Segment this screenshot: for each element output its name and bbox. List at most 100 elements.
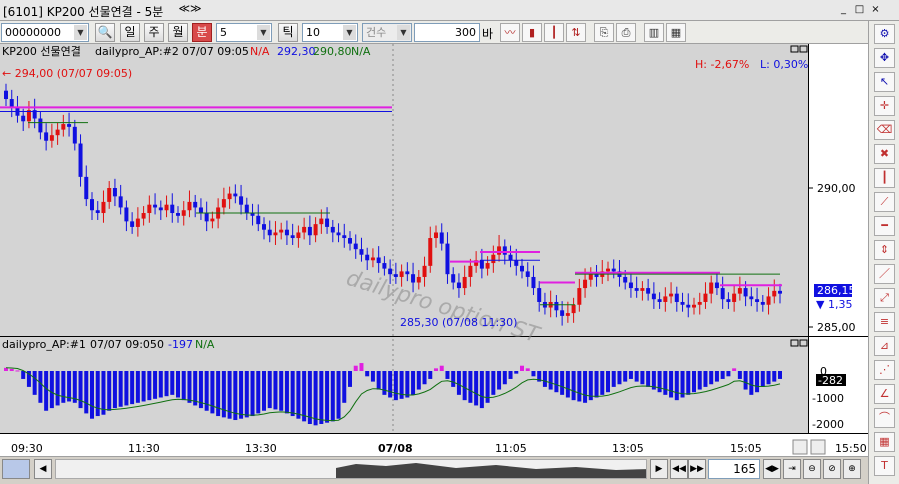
interval-value: 5 bbox=[220, 26, 227, 39]
fit-button[interactable]: ⇥ bbox=[783, 459, 801, 479]
gann-icon[interactable]: ⊿ bbox=[874, 336, 895, 356]
bar-chart-icon[interactable]: ┃ bbox=[544, 23, 564, 42]
scroll-left-button[interactable]: ◀ bbox=[34, 459, 52, 479]
time-label-0: 09:30 bbox=[11, 442, 43, 455]
period-week-button[interactable]: 주 bbox=[144, 23, 164, 42]
candle-body bbox=[422, 265, 427, 277]
bar-count-input[interactable]: 165 bbox=[708, 459, 760, 479]
ap1-bar bbox=[600, 371, 605, 395]
max-annotation: ← 294,00 (07/07 09:05) bbox=[2, 67, 132, 80]
tick-button[interactable]: 틱 bbox=[278, 23, 298, 42]
chart-area[interactable]: dailypro option ST KP200 선물연결 dailypro_A… bbox=[0, 44, 868, 456]
window-nav-arrows[interactable]: ≪≫ bbox=[170, 2, 210, 18]
interval-dropdown-icon[interactable]: ▼ bbox=[257, 25, 270, 40]
ap1-bar bbox=[273, 371, 278, 410]
code-input[interactable]: 00000000 ▼ bbox=[1, 23, 89, 42]
count-input[interactable]: 300 bbox=[414, 23, 480, 42]
candle-body bbox=[634, 288, 639, 291]
ap1-bar bbox=[548, 371, 553, 390]
layout-icon[interactable]: ▥ bbox=[644, 23, 664, 42]
candle-body bbox=[697, 301, 702, 305]
arc-icon[interactable]: ⌒ bbox=[874, 408, 895, 428]
candle-body bbox=[67, 124, 72, 127]
palette-move-icon[interactable]: ✥ bbox=[874, 48, 895, 68]
scroll-right-button[interactable]: ▶ bbox=[650, 459, 668, 479]
candle-body bbox=[583, 279, 588, 289]
ap1-bar bbox=[353, 365, 358, 371]
line-icon[interactable]: ／ bbox=[874, 264, 895, 284]
zoom-in-button[interactable]: ◀▶ bbox=[763, 459, 781, 479]
count-type-dropdown-icon[interactable]: ▼ bbox=[397, 25, 410, 40]
code-value: 00000000 bbox=[5, 26, 61, 39]
horizontal-line-icon[interactable]: ━ bbox=[874, 216, 895, 236]
candle-body bbox=[531, 276, 536, 289]
code-dropdown-icon[interactable]: ▼ bbox=[74, 25, 87, 40]
period-month-button[interactable]: 월 bbox=[168, 23, 188, 42]
palette-config-icon[interactable]: ⚙ bbox=[874, 24, 895, 44]
settings-icon[interactable]: ▦ bbox=[666, 23, 686, 42]
sub-legend-v2: -197 bbox=[168, 338, 193, 351]
search-icon[interactable]: 🔍 bbox=[95, 23, 115, 42]
count-type-select[interactable]: 건수 ▼ bbox=[362, 23, 412, 42]
vertical-line-icon[interactable]: ┃ bbox=[874, 168, 895, 188]
candle-body bbox=[124, 207, 129, 222]
maximize-button[interactable]: □ bbox=[852, 3, 867, 17]
price-tick-290: 290,00 bbox=[817, 182, 856, 195]
up-down-icon[interactable]: ⇅ bbox=[566, 23, 586, 42]
period-minute-button[interactable]: 분 bbox=[192, 23, 212, 42]
interval-select[interactable]: 5 ▼ bbox=[216, 23, 272, 42]
vertical-marker-icon[interactable]: ⇕ bbox=[874, 240, 895, 260]
ap1-bar bbox=[502, 371, 507, 385]
scroll-track[interactable] bbox=[55, 459, 647, 479]
candle-body bbox=[766, 296, 771, 305]
line-chart-icon[interactable]: 〰 bbox=[500, 23, 520, 42]
eraser-icon[interactable]: ⌫ bbox=[874, 120, 895, 140]
ap1-bar bbox=[491, 371, 496, 395]
grid-icon[interactable]: ▦ bbox=[874, 432, 895, 452]
ap1-bar bbox=[250, 371, 255, 417]
channel-icon[interactable]: ≡ bbox=[874, 312, 895, 332]
close-button[interactable]: × bbox=[868, 3, 883, 17]
trend-line-icon[interactable]: ⟋ bbox=[874, 192, 895, 212]
ap1-bar bbox=[571, 371, 576, 401]
scroll-last-button[interactable]: ▶▶ bbox=[688, 459, 706, 479]
tick-select[interactable]: 10 ▼ bbox=[302, 23, 358, 42]
delete-icon[interactable]: ✖ bbox=[874, 144, 895, 164]
minimize-button[interactable]: _ bbox=[836, 3, 851, 17]
candle-body bbox=[623, 276, 628, 283]
candle-body bbox=[560, 310, 565, 316]
zoom-reset-button[interactable]: ⊘ bbox=[823, 459, 841, 479]
sub-legend: dailypro_AP:#1 07/07 09:05 0 -197 N/A bbox=[2, 338, 215, 351]
pointer-icon[interactable]: ↖ bbox=[874, 72, 895, 92]
ap1-bar bbox=[554, 371, 559, 393]
scroll-first-button[interactable]: ◀◀ bbox=[670, 459, 688, 479]
candle-body bbox=[90, 199, 94, 211]
tick-dropdown-icon[interactable]: ▼ bbox=[343, 25, 356, 40]
chart-canvas[interactable]: dailypro option ST KP200 선물연결 dailypro_A… bbox=[0, 44, 868, 456]
candle-body bbox=[267, 229, 272, 236]
sub-legend-name: dailypro_AP:#1 bbox=[2, 338, 86, 351]
ap1-bar bbox=[262, 371, 266, 411]
candle-body bbox=[692, 304, 696, 308]
main-legend: KP200 선물연결 dailypro_AP:#2 07/07 09:05 N/… bbox=[2, 45, 371, 58]
candle-chart-icon[interactable]: ▮ bbox=[522, 23, 542, 42]
ap1-bar bbox=[749, 371, 754, 395]
print-icon[interactable]: ⎙ bbox=[616, 23, 636, 42]
fan-icon[interactable]: ⋰ bbox=[874, 360, 895, 380]
angle-icon[interactable]: ∠ bbox=[874, 384, 895, 404]
text-icon[interactable]: T bbox=[874, 456, 895, 476]
fibo-icon[interactable]: ⤢ bbox=[874, 288, 895, 308]
candle-body bbox=[703, 293, 708, 302]
count-value: 300 bbox=[455, 26, 476, 39]
zoom-minus-button[interactable]: ⊖ bbox=[803, 459, 821, 479]
candle-body bbox=[112, 188, 117, 197]
zoom-plus-button[interactable]: ⊕ bbox=[843, 459, 861, 479]
candle-body bbox=[451, 274, 456, 283]
ap1-bar bbox=[101, 371, 106, 415]
scroll-thumb-left[interactable] bbox=[2, 459, 30, 479]
crosshair-icon[interactable]: ✛ bbox=[874, 96, 895, 116]
ap1-bar bbox=[187, 371, 192, 403]
candle-body bbox=[772, 290, 777, 297]
copy-icon[interactable]: ⎘ bbox=[594, 23, 614, 42]
period-day-button[interactable]: 일 bbox=[120, 23, 140, 42]
